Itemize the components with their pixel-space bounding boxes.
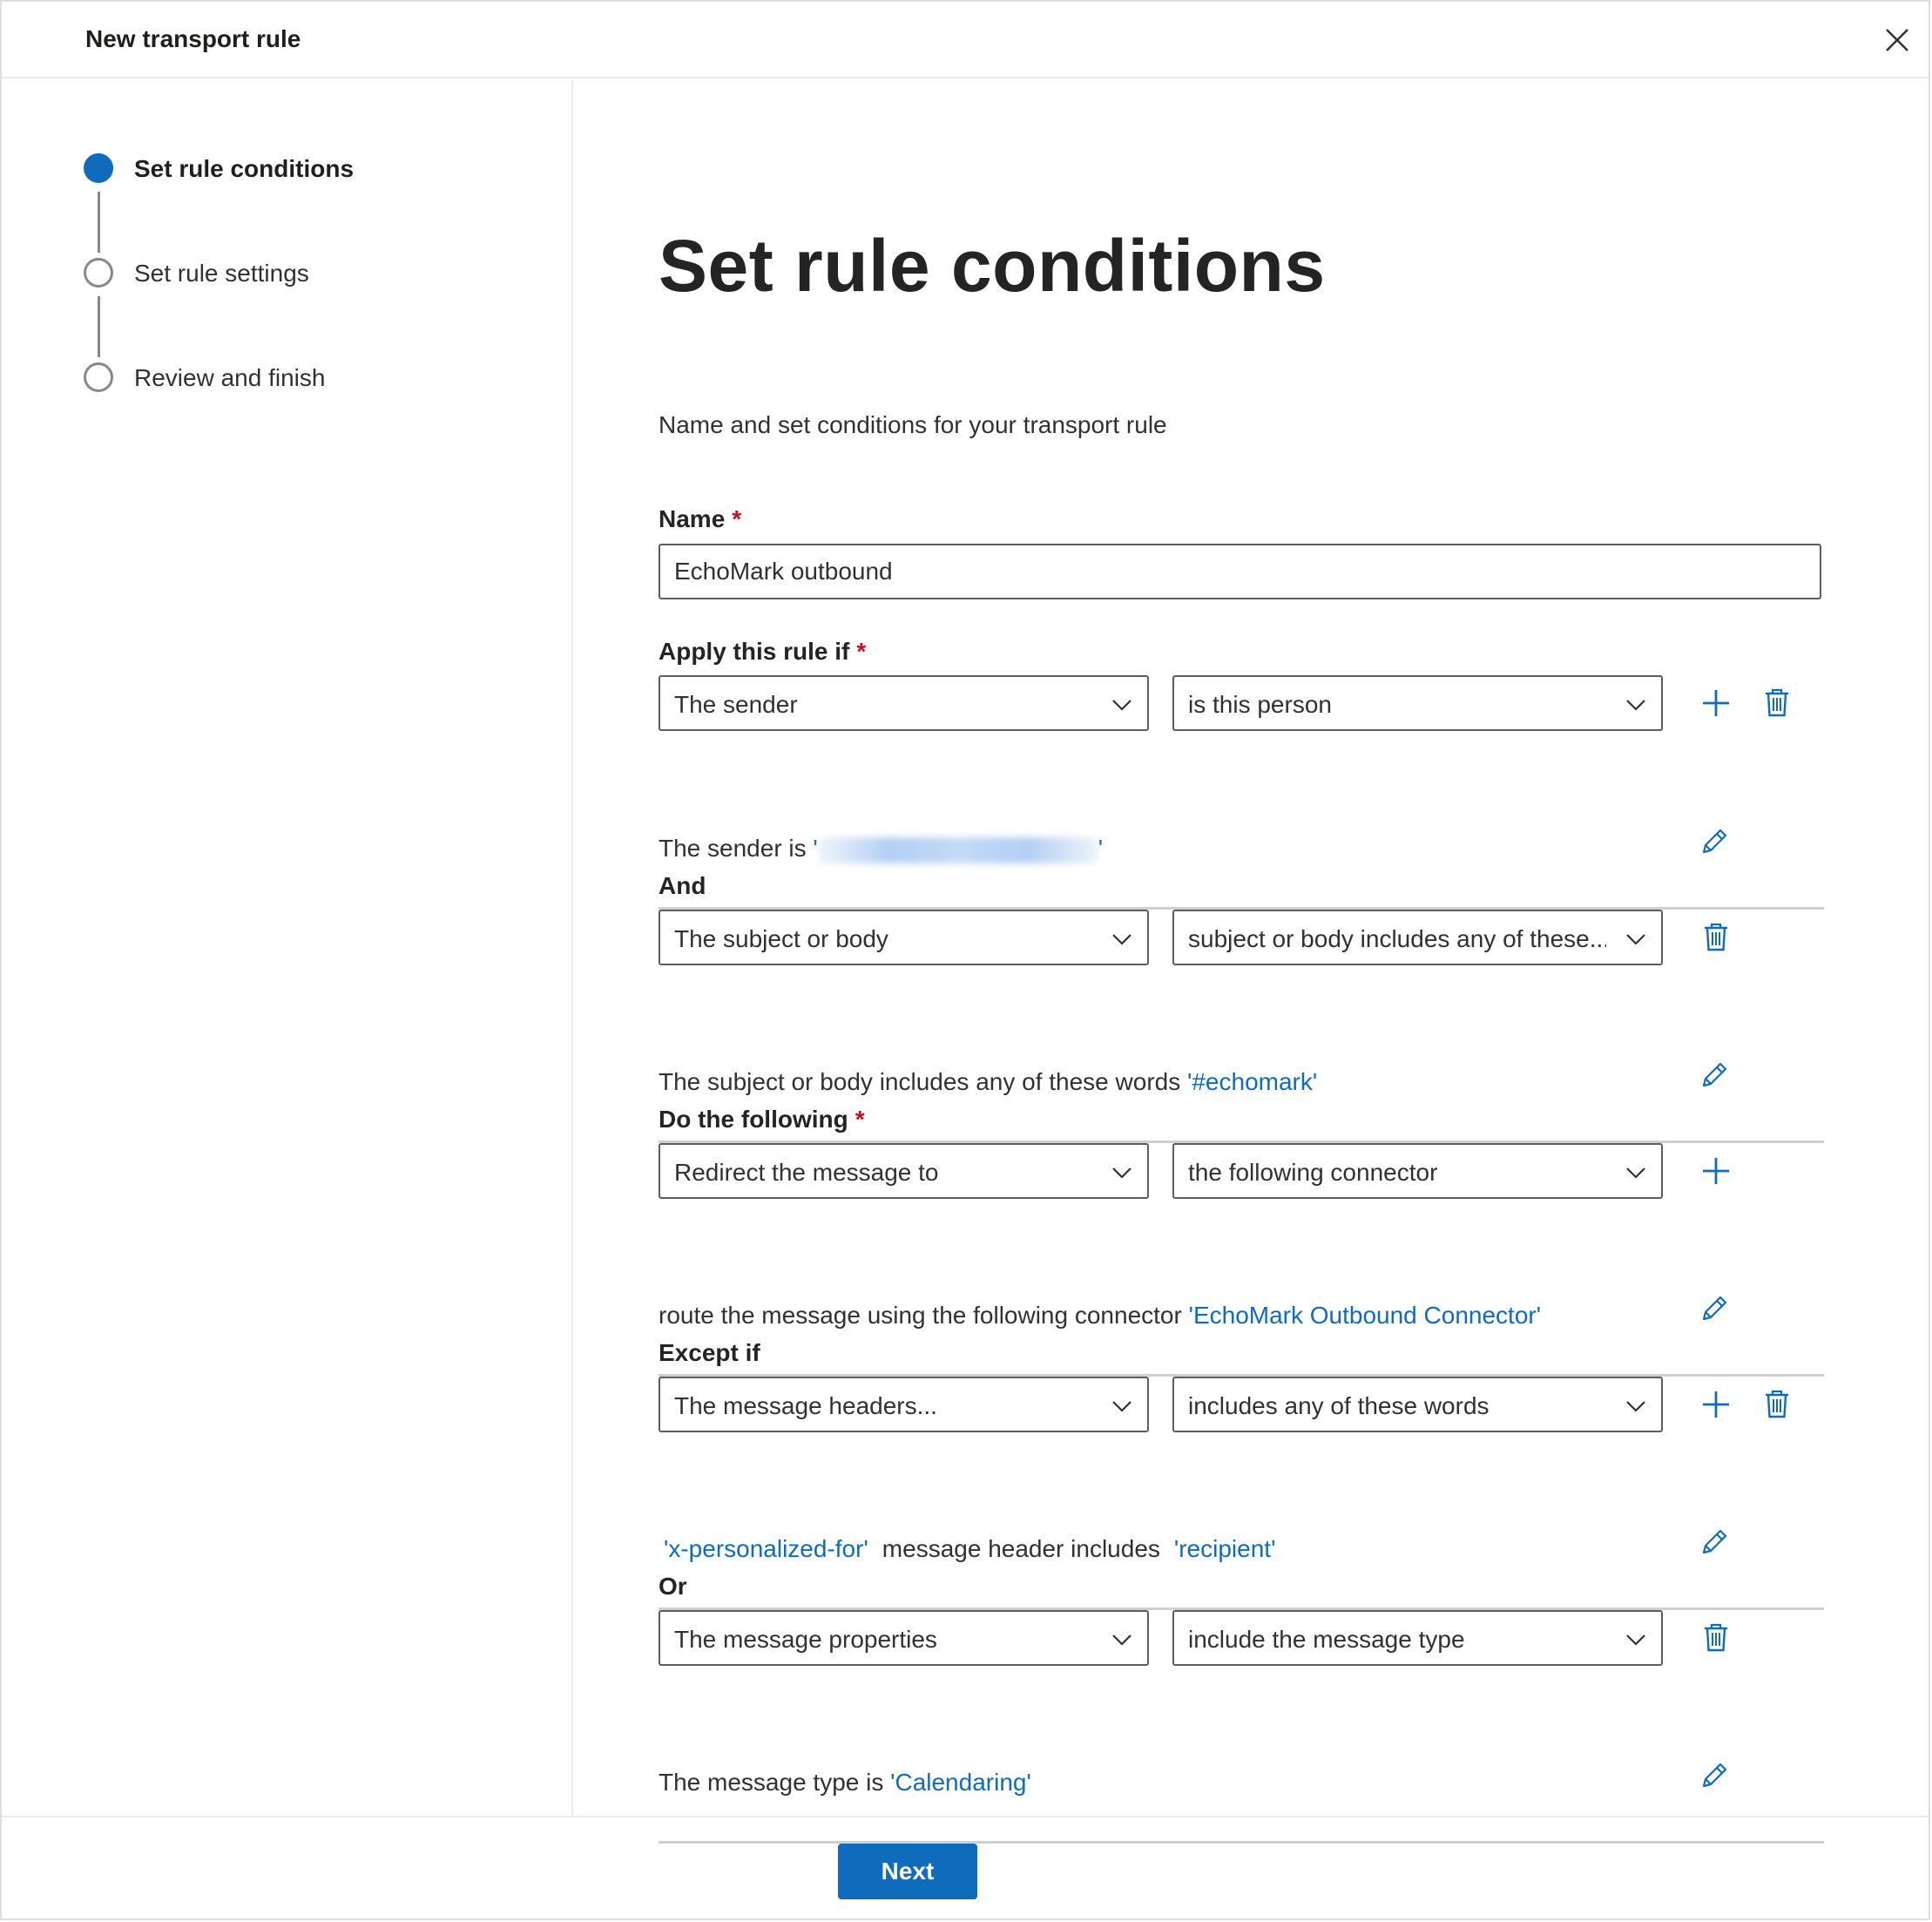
chevron-down-icon [1112,1634,1132,1646]
pencil-icon [1702,1529,1727,1554]
edit-exception-button[interactable] [1695,1523,1733,1561]
dropdown-selected-value: The message headers... [674,1392,937,1419]
section-label-apply-this-rule-if: Apply this rule if * [659,638,867,665]
add-condition-button[interactable] [1697,684,1735,722]
delete-condition-button[interactable] [1758,684,1796,722]
condition-property-dropdown[interactable]: The subject or body [659,910,1149,965]
sender-value-link[interactable]: ' ' [813,835,1103,863]
exception-property-dropdown[interactable]: The message headers... [659,1377,1149,1432]
condition-description: The sender is ' ' [659,835,1104,863]
main-content: Set rule conditions Name and set conditi… [575,80,1930,1844]
wizard-step-nav: Set rule conditions Set rule settings Re… [2,80,573,1816]
chevron-down-icon [1112,934,1132,945]
dropdown-selected-value: The sender [674,691,798,718]
edit-action-button[interactable] [1695,1289,1733,1328]
delete-condition-button[interactable] [1697,918,1735,957]
connector-value-link[interactable]: 'EchoMark Outbound Connector' [1189,1302,1541,1329]
trash-icon [1766,688,1788,717]
exception-operator-dropdown[interactable]: includes any of these words [1172,1377,1663,1432]
step-pending-indicator [84,362,113,392]
required-indicator: * [856,638,867,665]
section-label-and: And [659,872,706,899]
chevron-down-icon [1626,1401,1645,1412]
plus-icon [1703,1391,1729,1418]
dropdown-selected-value: is this person [1188,691,1332,718]
action-description: route the message using the following co… [659,1302,1542,1329]
delete-exception-button[interactable] [1697,1619,1735,1657]
section-label-or: Or [659,1573,687,1600]
pencil-icon [1702,829,1727,854]
required-indicator: * [732,505,742,532]
action-dropdown[interactable]: Redirect the message to [659,1143,1149,1199]
chevron-down-icon [1112,1167,1132,1179]
action-target-dropdown[interactable]: the following connector [1172,1143,1663,1199]
new-transport-rule-panel: New transport rule Set rule conditions S… [0,0,1930,1920]
name-label: Name * [659,505,742,532]
step-connector [98,296,100,357]
step-active-indicator [84,153,113,183]
pencil-icon [1702,1062,1727,1087]
edit-exception-button[interactable] [1695,1756,1733,1795]
chevron-down-icon [1112,700,1132,711]
trash-icon [1705,923,1727,951]
message-type-link[interactable]: 'Calendaring' [890,1769,1031,1796]
dropdown-selected-value: The message properties [674,1626,937,1653]
exception-description: The message type is 'Calendaring' [659,1769,1031,1796]
panel-footer: Next [2,1816,1929,1922]
section-label-do-the-following: Do the following * [659,1106,865,1133]
keyword-value-link[interactable]: '#echomark' [1187,1068,1317,1095]
panel-header: New transport rule [2,2,1929,78]
exception-operator-dropdown[interactable]: include the message type [1172,1610,1663,1666]
chevron-down-icon [1112,1401,1132,1412]
page-subtitle: Name and set conditions for your transpo… [659,411,1167,438]
chevron-down-icon [1626,1634,1645,1646]
condition-description: The subject or body includes any of thes… [659,1068,1318,1095]
dropdown-selected-value: includes any of these words [1188,1392,1490,1419]
exception-description: 'x-personalized-for' message header inclu… [664,1535,1276,1562]
required-indicator: * [855,1106,865,1133]
panel-title: New transport rule [85,25,301,52]
edit-condition-button[interactable] [1695,822,1733,861]
dropdown-selected-value: the following connector [1188,1159,1438,1186]
chevron-down-icon [1626,700,1645,711]
step-pending-indicator [84,258,113,288]
next-button[interactable]: Next [838,1844,977,1899]
trash-icon [1766,1390,1788,1418]
plus-icon [1703,690,1729,716]
step-label: Review and finish [134,364,326,391]
section-label-except-if: Except if [659,1339,760,1366]
chevron-down-icon [1626,1167,1645,1179]
add-exception-button[interactable] [1697,1385,1735,1424]
dropdown-selected-value: Redirect the message to [674,1159,939,1186]
dropdown-selected-value: The subject or body [674,925,888,952]
exception-property-dropdown[interactable]: The message properties [659,1610,1149,1666]
header-name-link[interactable]: 'x-personalized-for' [664,1535,868,1562]
page-title: Set rule conditions [659,225,1326,307]
pencil-icon [1702,1763,1727,1788]
header-value-link[interactable]: 'recipient' [1174,1535,1276,1562]
trash-icon [1705,1623,1727,1652]
close-icon [1886,29,1908,51]
step-connector [98,192,100,253]
condition-operator-dropdown[interactable]: subject or body includes any of these... [1172,910,1663,965]
condition-property-dropdown[interactable]: The sender [659,675,1149,731]
close-button[interactable] [1881,24,1913,56]
dropdown-selected-value: include the message type [1188,1626,1465,1653]
edit-condition-button[interactable] [1695,1056,1733,1094]
redacted-email [817,836,1098,863]
chevron-down-icon [1626,934,1645,945]
add-action-button[interactable] [1697,1152,1735,1190]
step-label: Set rule settings [134,260,309,287]
delete-exception-button[interactable] [1758,1385,1796,1424]
pencil-icon [1702,1296,1727,1321]
condition-operator-dropdown[interactable]: is this person [1172,675,1663,731]
dropdown-selected-value: subject or body includes any of these... [1188,925,1606,952]
plus-icon [1703,1158,1729,1184]
step-label: Set rule conditions [134,155,355,182]
rule-name-input[interactable] [659,544,1821,599]
